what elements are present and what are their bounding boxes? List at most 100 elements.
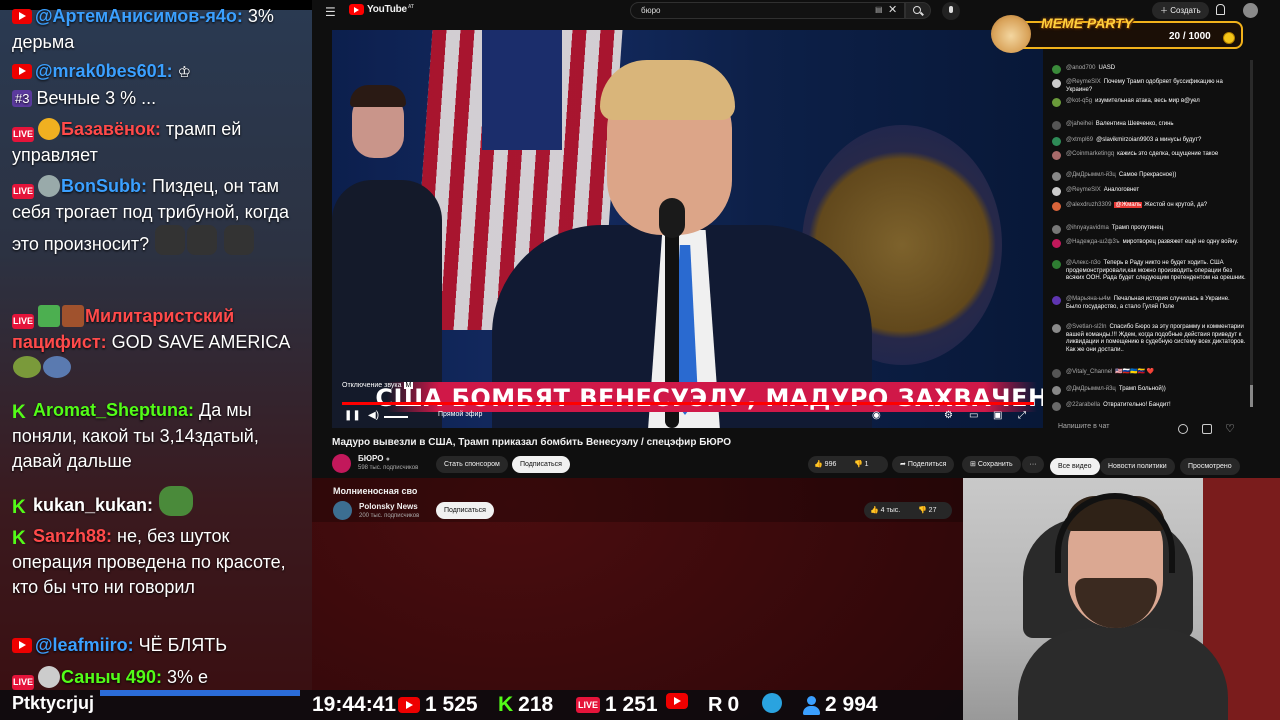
volume-slider[interactable]: [384, 416, 408, 418]
overlay-chat-message: LIVE BonSubb: Пиздец, он там себя трогает…: [12, 174, 308, 258]
chat-username: Саныч 490:: [61, 667, 162, 687]
chat-avatar[interactable]: [1052, 202, 1061, 211]
clear-search-icon[interactable]: ✕: [888, 3, 897, 16]
fullscreen-icon[interactable]: ⤢: [1018, 410, 1026, 421]
chat-author[interactable]: @ReymeSIX: [1066, 79, 1101, 85]
emoji-icon[interactable]: [1178, 424, 1188, 434]
related-subscribe-button[interactable]: Подписаться: [436, 502, 494, 519]
chip-watched[interactable]: Просмотрено: [1180, 458, 1240, 475]
emote-icon: [38, 305, 60, 327]
search-button[interactable]: [905, 2, 931, 19]
related-like-button[interactable]: 👍 4 тыс.: [870, 502, 900, 519]
chat-avatar[interactable]: [1052, 98, 1061, 107]
chat-text: 🇺🇸🇷🇺🇺🇦🇻🇪 ❤️: [1115, 369, 1155, 375]
chat-author[interactable]: @kot-q5g: [1066, 98, 1092, 104]
chat-avatar[interactable]: [1052, 386, 1061, 395]
sub-badge: #3: [12, 89, 33, 107]
live-indicator[interactable]: Прямой эфир: [438, 411, 482, 418]
youtube-play-icon: [666, 693, 688, 709]
chat-avatar[interactable]: [1052, 369, 1061, 378]
chat-text: Аналоговнет: [1103, 187, 1140, 193]
video-player[interactable]: США БОМБЯТ ВЕНЕСУЭЛУ, МАДУРО ЗАХВАЧЕН От…: [332, 30, 1043, 428]
chat-avatar[interactable]: [1052, 121, 1061, 130]
chat-avatar[interactable]: [1052, 137, 1061, 146]
menu-icon[interactable]: ☰: [325, 5, 336, 19]
chat-author[interactable]: @Марьяна-ы4м: [1066, 296, 1111, 302]
related-channel-name[interactable]: Polonsky News: [359, 502, 418, 511]
chat-username: kukan_kukan:: [33, 495, 154, 515]
chat-author[interactable]: @22arabella: [1066, 402, 1100, 408]
chip-all-videos[interactable]: Все видео: [1050, 458, 1100, 475]
thumb-up-icon: 👍: [814, 461, 823, 468]
emote-icon: [38, 118, 60, 140]
super-chat-icon[interactable]: [1202, 424, 1212, 434]
vk-live-icon: LIVE: [576, 697, 600, 713]
chat-author[interactable]: @Svetlan-sl2ln: [1066, 324, 1106, 330]
channel-avatar[interactable]: [332, 454, 351, 473]
flag-canton: [482, 30, 562, 150]
microphone: [659, 198, 685, 238]
chat-avatar[interactable]: [1052, 65, 1061, 74]
chat-avatar[interactable]: [1052, 172, 1061, 181]
vk-live-icon: LIVE: [12, 675, 34, 690]
save-button[interactable]: ⊞ Сохранить: [962, 456, 1021, 473]
heart-icon[interactable]: ♡: [1225, 422, 1235, 435]
chat-author[interactable]: @ReymeSIX: [1066, 187, 1101, 193]
stream-clock: 19:44:41: [312, 693, 397, 716]
chat-avatar[interactable]: [1052, 260, 1061, 269]
related-channel-avatar[interactable]: [333, 501, 352, 520]
miniplayer-icon[interactable]: ▭: [969, 410, 978, 421]
chat-author[interactable]: @ihnyayavidma: [1066, 225, 1109, 231]
chat-author[interactable]: @anod700: [1066, 65, 1095, 71]
chat-avatar[interactable]: [1052, 79, 1061, 88]
chat-author[interactable]: @ДмДрыммл-й3ц: [1066, 172, 1116, 178]
chat-author[interactable]: @alexdruzh3309: [1066, 202, 1111, 208]
youtube-logo[interactable]: YouTube AT: [349, 4, 414, 15]
related-like-group: 👍 4 тыс. 👎 27: [864, 502, 952, 519]
chat-input[interactable]: Напишите в чат: [1058, 423, 1178, 430]
like-button[interactable]: 👍 996: [814, 456, 836, 473]
related-video: Молниеносная сво Polonsky News 200 тыс. …: [312, 478, 968, 522]
dislike-button[interactable]: 👎 1: [854, 456, 869, 473]
chat-author[interactable]: @xtmpl69: [1066, 137, 1093, 143]
channel-name[interactable]: БЮРО ●: [358, 454, 390, 463]
chat-author[interactable]: @Coinmarketingq: [1066, 151, 1114, 157]
chat-author[interactable]: @ДмДрыммл-й3ц: [1066, 386, 1116, 392]
chat-author[interactable]: @jaheihei: [1066, 121, 1093, 127]
cast-icon[interactable]: ▣: [993, 410, 1002, 421]
chat-text: Самое Прекрасное)): [1118, 172, 1177, 178]
chat-avatar[interactable]: [1052, 187, 1061, 196]
coin-icon: [1223, 32, 1235, 44]
share-button[interactable]: ➦ Поделиться: [892, 456, 955, 473]
chat-avatar[interactable]: [1052, 296, 1061, 305]
emote-icon: [43, 356, 71, 378]
volume-icon[interactable]: ◀): [368, 410, 379, 421]
chat-avatar[interactable]: [1052, 151, 1061, 160]
chat-avatar[interactable]: [1052, 225, 1061, 234]
chat-text: Валентина Шевченко, сгинь: [1095, 121, 1174, 127]
settings-icon[interactable]: ⚙: [944, 410, 953, 421]
search-input[interactable]: бюро: [630, 2, 905, 19]
chat-avatar[interactable]: [1052, 402, 1061, 411]
chip-politics-news[interactable]: Новости политики: [1100, 458, 1175, 475]
chat-author[interactable]: @Надежда-ш2ф3ъ: [1066, 239, 1120, 245]
more-actions-button[interactable]: ···: [1022, 456, 1044, 473]
progress-bar[interactable]: [342, 402, 1034, 405]
subscribe-button[interactable]: Подписаться: [512, 456, 570, 473]
voice-search-button[interactable]: [942, 2, 960, 20]
chat-text: Трамп пропутинец: [1111, 225, 1164, 231]
chat-scrollbar[interactable]: [1250, 60, 1253, 405]
chat-avatar[interactable]: [1052, 239, 1061, 248]
chat-author[interactable]: @Vitaly_Channel: [1066, 369, 1112, 375]
autoplay-toggle-icon[interactable]: ◉: [872, 410, 881, 421]
chat-avatar[interactable]: [1052, 324, 1061, 333]
pause-icon[interactable]: ❚❚: [344, 410, 361, 421]
notifications-icon[interactable]: [1216, 4, 1225, 15]
chat-author[interactable]: @Алекс-п3о: [1066, 260, 1101, 266]
webcam-feed: [963, 478, 1280, 720]
join-button[interactable]: Стать спонсором: [436, 456, 508, 473]
chat-scroll-thumb[interactable]: [1250, 385, 1253, 407]
related-dislike-button[interactable]: 👎 27: [918, 502, 936, 519]
keyboard-icon[interactable]: ▤: [875, 5, 883, 14]
related-title[interactable]: Молниеносная сво: [333, 486, 417, 496]
